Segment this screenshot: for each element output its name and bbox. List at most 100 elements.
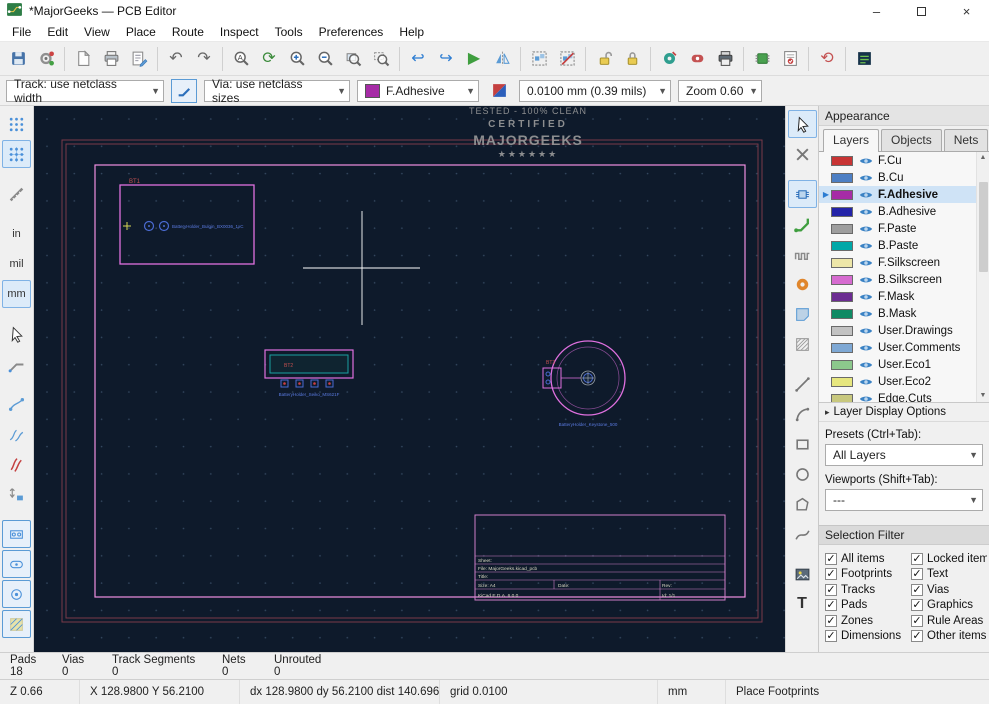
units-mil-icon[interactable]: mil bbox=[2, 250, 31, 278]
layer-color-swatch[interactable] bbox=[831, 207, 853, 217]
layer-color-swatch[interactable] bbox=[831, 343, 853, 353]
layer-color-swatch[interactable] bbox=[831, 377, 853, 387]
rotate-tool-icon[interactable]: ⟲ bbox=[813, 45, 841, 73]
visibility-eye-icon[interactable] bbox=[858, 154, 874, 168]
board-setup-icon[interactable] bbox=[32, 45, 60, 73]
visibility-eye-icon[interactable] bbox=[858, 222, 874, 236]
draw-arc-icon[interactable] bbox=[788, 400, 817, 428]
net-inspector-icon[interactable] bbox=[850, 45, 878, 73]
menu-help[interactable]: Help bbox=[391, 23, 432, 41]
layer-row-f-adhesive[interactable]: ▶F.Adhesive bbox=[819, 186, 976, 203]
layer-row-user-comments[interactable]: ▶User.Comments bbox=[819, 339, 976, 356]
visibility-eye-icon[interactable] bbox=[858, 392, 874, 403]
layer-list-scrollbar[interactable]: ▲▼ bbox=[976, 152, 989, 402]
layer-row-b-mask[interactable]: ▶B.Mask bbox=[819, 305, 976, 322]
grid-select[interactable]: 0.0100 mm (0.39 mils)▼ bbox=[519, 80, 671, 102]
maximize-button[interactable] bbox=[899, 0, 944, 22]
layer-row-b-cu[interactable]: ▶B.Cu bbox=[819, 169, 976, 186]
place-image-icon[interactable] bbox=[788, 560, 817, 588]
filter-checkbox-zones[interactable]: ✓Zones bbox=[825, 613, 911, 629]
visibility-eye-icon[interactable] bbox=[858, 307, 874, 321]
visibility-eye-icon[interactable] bbox=[858, 205, 874, 219]
visibility-eye-icon[interactable] bbox=[858, 324, 874, 338]
refresh-icon[interactable]: ⟳ bbox=[255, 45, 283, 73]
layer-row-b-silkscreen[interactable]: ▶B.Silkscreen bbox=[819, 271, 976, 288]
pad-display-icon[interactable] bbox=[2, 550, 31, 578]
layer-color-swatch[interactable] bbox=[831, 258, 853, 268]
drc-check-icon[interactable] bbox=[776, 45, 804, 73]
layer-row-user-eco2[interactable]: ▶User.Eco2 bbox=[819, 373, 976, 390]
visibility-eye-icon[interactable] bbox=[858, 290, 874, 304]
filter-checkbox-dimensions[interactable]: ✓Dimensions bbox=[825, 629, 911, 645]
visibility-eye-icon[interactable] bbox=[858, 358, 874, 372]
find-icon[interactable]: A bbox=[227, 45, 255, 73]
tab-nets[interactable]: Nets bbox=[944, 129, 989, 151]
via-display-icon[interactable] bbox=[2, 580, 31, 608]
scroll-down-icon[interactable]: ▼ bbox=[980, 390, 987, 402]
layer-row-user-eco1[interactable]: ▶User.Eco1 bbox=[819, 356, 976, 373]
select-tool-icon[interactable] bbox=[788, 110, 817, 138]
export-run-icon[interactable]: ▶ bbox=[460, 45, 488, 73]
layer-color-swatch[interactable] bbox=[831, 190, 853, 200]
visibility-eye-icon[interactable] bbox=[858, 341, 874, 355]
layer-row-f-paste[interactable]: ▶F.Paste bbox=[819, 220, 976, 237]
zoom-selection-icon[interactable] bbox=[367, 45, 395, 73]
track-width-select[interactable]: Track: use netclass width▼ bbox=[6, 80, 164, 102]
layer-row-f-cu[interactable]: ▶F.Cu bbox=[819, 152, 976, 169]
layer-color-swatch[interactable] bbox=[831, 173, 853, 183]
draw-circle-icon[interactable] bbox=[788, 460, 817, 488]
menu-route[interactable]: Route bbox=[164, 23, 212, 41]
tab-objects[interactable]: Objects bbox=[881, 129, 942, 151]
menu-view[interactable]: View bbox=[76, 23, 118, 41]
print-dark-icon[interactable] bbox=[711, 45, 739, 73]
filter-checkbox-vias[interactable]: ✓Vias bbox=[911, 582, 987, 598]
visibility-eye-icon[interactable] bbox=[858, 256, 874, 270]
layer-color-swatch[interactable] bbox=[831, 292, 853, 302]
menu-file[interactable]: File bbox=[4, 23, 39, 41]
layer-color-swatch[interactable] bbox=[831, 394, 853, 403]
layer-row-b-paste[interactable]: ▶B.Paste bbox=[819, 237, 976, 254]
group-icon[interactable] bbox=[525, 45, 553, 73]
filter-checkbox-graphics[interactable]: ✓Graphics bbox=[911, 598, 987, 614]
draw-zone-icon[interactable] bbox=[788, 300, 817, 328]
units-mm-icon[interactable]: mm bbox=[2, 280, 31, 308]
filter-checkbox-text[interactable]: ✓Text bbox=[911, 567, 987, 583]
visibility-eye-icon[interactable] bbox=[858, 239, 874, 253]
via-size-select[interactable]: Via: use netclass sizes▼ bbox=[204, 80, 350, 102]
save-icon[interactable] bbox=[4, 45, 32, 73]
layer-color-swatch[interactable] bbox=[831, 326, 853, 336]
close-button[interactable]: × bbox=[944, 0, 989, 22]
lock-icon[interactable] bbox=[618, 45, 646, 73]
draw-polygon-icon[interactable] bbox=[788, 490, 817, 518]
unlock-icon[interactable] bbox=[590, 45, 618, 73]
print-icon[interactable] bbox=[97, 45, 125, 73]
cursor-45-icon[interactable] bbox=[2, 350, 31, 378]
layer-color-swatch[interactable] bbox=[831, 156, 853, 166]
layer-row-f-silkscreen[interactable]: ▶F.Silkscreen bbox=[819, 254, 976, 271]
minimize-button[interactable]: – bbox=[854, 0, 899, 22]
pad-tool-icon[interactable] bbox=[683, 45, 711, 73]
menu-tools[interactable]: Tools bbox=[267, 23, 311, 41]
layer-display-options[interactable]: ▸ Layer Display Options bbox=[819, 402, 989, 422]
zoom-select[interactable]: Zoom 0.60▼ bbox=[678, 80, 762, 102]
ratsnest-curved-icon[interactable] bbox=[2, 420, 31, 448]
layer-pairs-icon[interactable] bbox=[486, 79, 512, 103]
menu-inspect[interactable]: Inspect bbox=[212, 23, 267, 41]
cursor-shape-icon[interactable] bbox=[2, 320, 31, 348]
filter-checkbox-rule-areas[interactable]: ✓Rule Areas bbox=[911, 613, 987, 629]
plot-icon[interactable] bbox=[125, 45, 153, 73]
footprint-tool-icon[interactable] bbox=[788, 180, 817, 208]
nav-back-icon[interactable]: ↩ bbox=[404, 45, 432, 73]
route-tracks-icon[interactable] bbox=[788, 210, 817, 238]
visibility-eye-icon[interactable] bbox=[858, 273, 874, 287]
rule-area-icon[interactable] bbox=[788, 330, 817, 358]
nav-forward-icon[interactable]: ↪ bbox=[432, 45, 460, 73]
ungroup-icon[interactable] bbox=[553, 45, 581, 73]
scroll-thumb[interactable] bbox=[979, 182, 988, 272]
visibility-eye-icon[interactable] bbox=[858, 188, 874, 202]
viewports-select[interactable]: ---▼ bbox=[825, 489, 983, 511]
presets-select[interactable]: All Layers▼ bbox=[825, 444, 983, 466]
tune-length-icon[interactable] bbox=[788, 240, 817, 268]
via-tool-icon[interactable] bbox=[655, 45, 683, 73]
grid-dots-icon[interactable] bbox=[2, 110, 31, 138]
